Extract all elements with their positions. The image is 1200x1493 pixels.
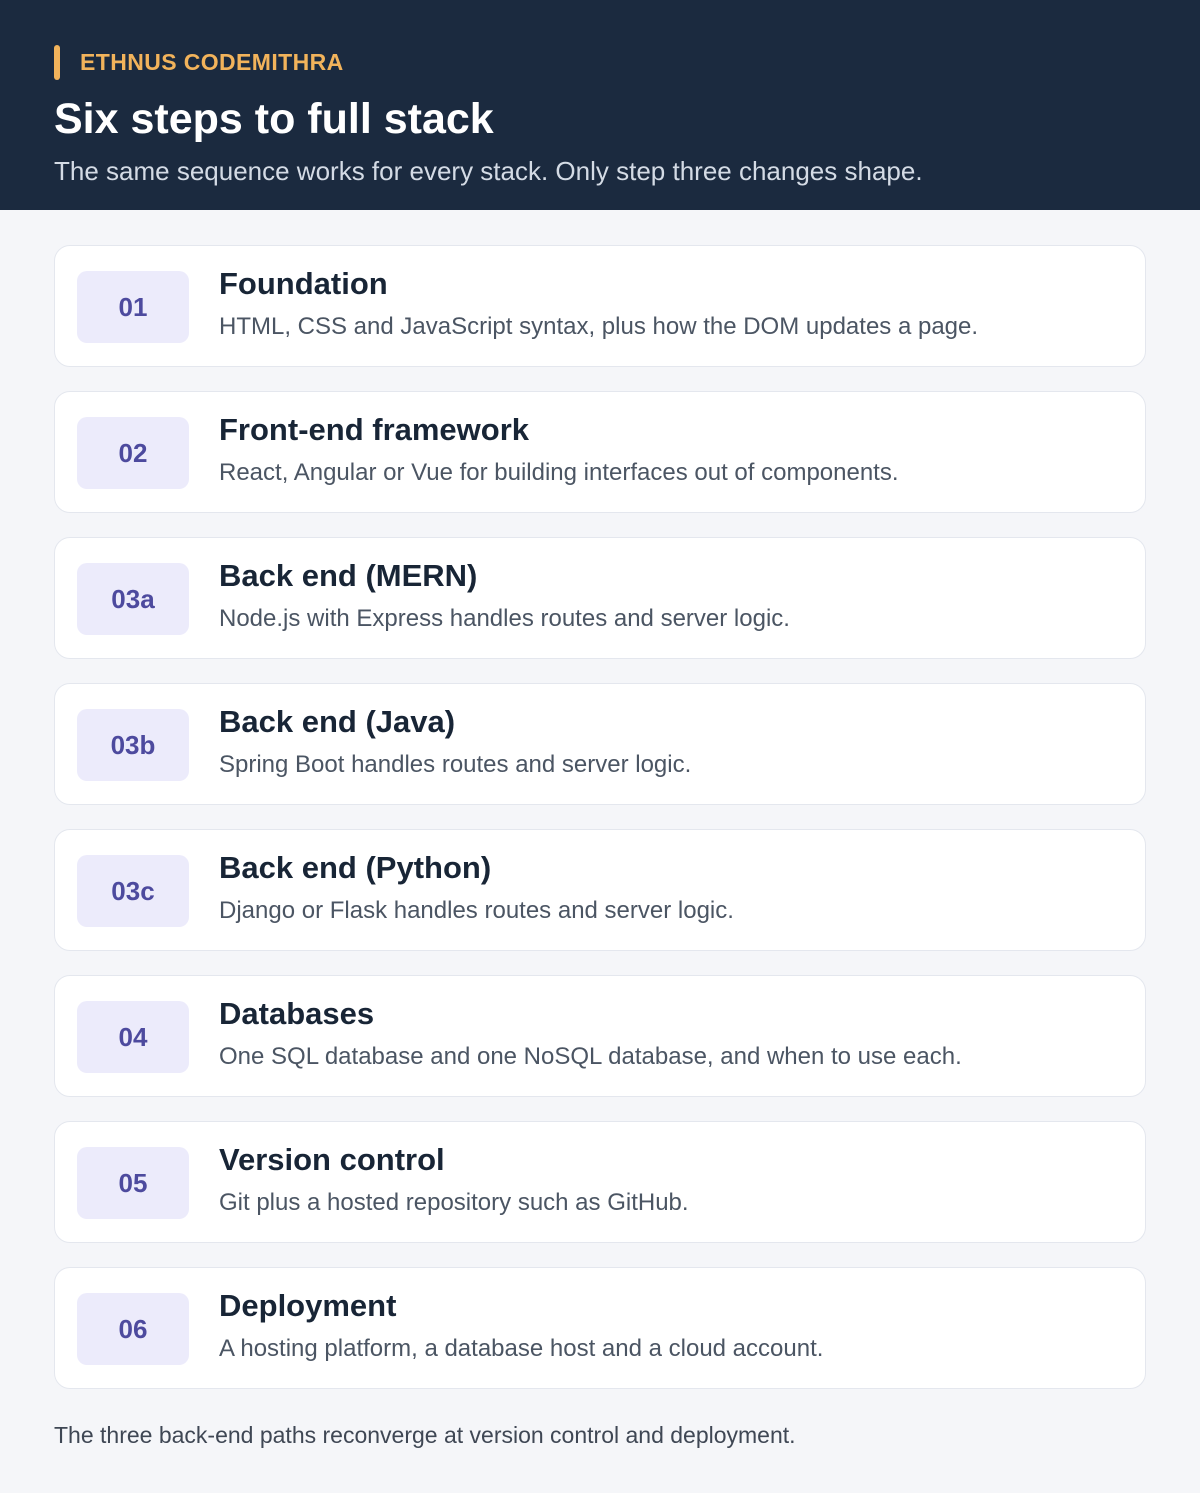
step-title: Front-end framework (219, 412, 530, 447)
step-description: HTML, CSS and JavaScript syntax, plus ho… (219, 313, 979, 340)
step-description: React, Angular or Vue for building inter… (219, 459, 899, 486)
steps-list: 01 Foundation HTML, CSS and JavaScript s… (54, 245, 1146, 1413)
step-title: Back end (Python) (219, 850, 492, 885)
step-card-back-end-java: 03b Back end (Java) Spring Boot handles … (54, 683, 1146, 805)
step-title: Back end (Java) (219, 704, 456, 739)
step-description: Spring Boot handles routes and server lo… (219, 751, 692, 778)
step-card-databases: 04 Databases One SQL database and one No… (54, 975, 1146, 1097)
step-number-badge: 03a (77, 563, 189, 635)
step-number-badge: 03c (77, 855, 189, 927)
step-card-version-control: 05 Version control Git plus a hosted rep… (54, 1121, 1146, 1243)
step-title: Version control (219, 1142, 445, 1177)
step-number-badge: 06 (77, 1293, 189, 1365)
step-card-front-end-framework: 02 Front-end framework React, Angular or… (54, 391, 1146, 513)
step-card-deployment: 06 Deployment A hosting platform, a data… (54, 1267, 1146, 1389)
step-title: Foundation (219, 266, 388, 301)
step-description: One SQL database and one NoSQL database,… (219, 1043, 962, 1070)
step-title: Databases (219, 996, 375, 1031)
step-description: Git plus a hosted repository such as Git… (219, 1189, 689, 1216)
step-description: A hosting platform, a database host and … (219, 1335, 824, 1362)
step-card-back-end-python: 03c Back end (Python) Django or Flask ha… (54, 829, 1146, 951)
brand-name: ETHNUS CODEMITHRA (80, 49, 344, 75)
step-card-back-end-mern: 03a Back end (MERN) Node.js with Express… (54, 537, 1146, 659)
step-number-badge: 01 (77, 271, 189, 343)
page-header: ETHNUS CODEMITHRA Six steps to full stac… (0, 0, 1200, 210)
step-number-badge: 04 (77, 1001, 189, 1073)
page-subtitle: The same sequence works for every stack.… (54, 156, 923, 186)
step-title: Back end (MERN) (219, 558, 478, 593)
brand-row: ETHNUS CODEMITHRA (54, 45, 344, 80)
step-title: Deployment (219, 1288, 397, 1323)
step-number-badge: 05 (77, 1147, 189, 1219)
step-card-foundation: 01 Foundation HTML, CSS and JavaScript s… (54, 245, 1146, 367)
page-title: Six steps to full stack (54, 95, 494, 143)
step-description: Node.js with Express handles routes and … (219, 605, 790, 632)
footer-note: The three back-end paths reconverge at v… (54, 1422, 796, 1448)
step-number-badge: 02 (77, 417, 189, 489)
brand-accent-bar (54, 45, 60, 80)
step-number-badge: 03b (77, 709, 189, 781)
step-description: Django or Flask handles routes and serve… (219, 897, 734, 924)
